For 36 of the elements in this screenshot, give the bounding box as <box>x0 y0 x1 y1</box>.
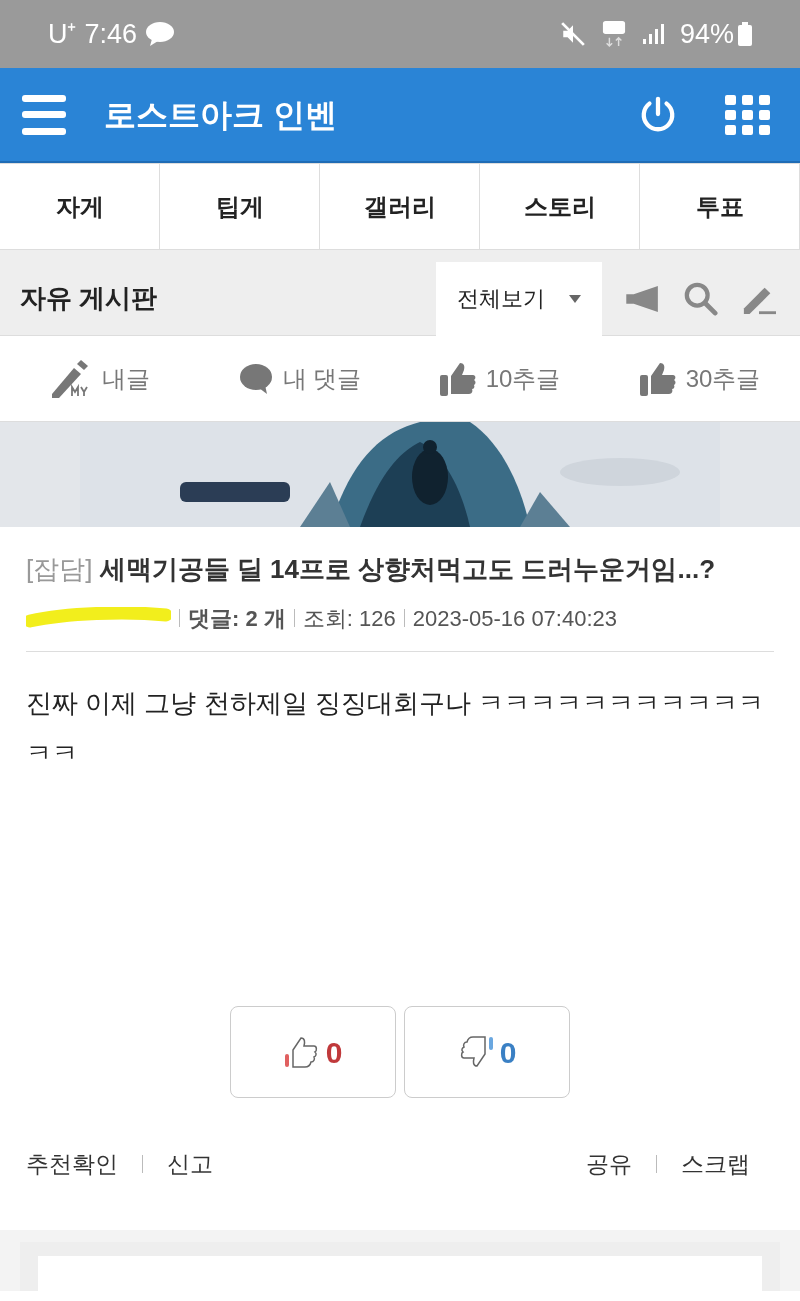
text-link[interactable]: 공유 <box>586 1146 632 1182</box>
view-count: 조회: 126 <box>302 604 396 633</box>
status-time: 7:46 <box>84 17 138 51</box>
post-date: 2023-05-16 07:40:23 <box>412 604 618 633</box>
app-title: 로스트아크 인벤 <box>104 95 337 135</box>
text-link[interactable]: 스크랩 <box>681 1146 750 1182</box>
megaphone-icon[interactable] <box>626 285 660 312</box>
search-icon[interactable] <box>684 281 718 316</box>
quick-link[interactable]: 10추글 <box>400 359 600 398</box>
text-link[interactable]: 신고 <box>167 1146 213 1182</box>
comment-count: 댓글: 2 개 <box>188 604 286 633</box>
thumbs-up-icon <box>639 361 676 396</box>
speech-bubble-icon <box>238 362 273 395</box>
quick-link[interactable]: 30추글 <box>600 359 800 398</box>
network-5g-icon <box>601 20 626 48</box>
upvote-button[interactable]: 0 <box>230 1006 396 1098</box>
post-body: 진짜 이제 그냥 천하제일 징징대회구나 ㅋㅋㅋㅋㅋㅋㅋㅋㅋㅋㅋㅋㅋ <box>25 687 766 770</box>
grid-menu-icon[interactable] <box>725 94 770 135</box>
carrier-label: U⁺ <box>48 17 77 51</box>
filter-dropdown[interactable]: 전체보기 <box>436 261 602 336</box>
battery-icon <box>738 22 752 46</box>
thumbs-up-icon <box>439 361 476 396</box>
signal-icon <box>641 23 664 45</box>
quick-link[interactable]: 내글 <box>0 358 200 399</box>
text-link[interactable]: 추천확인 <box>26 1146 118 1182</box>
caret-icon <box>569 294 581 303</box>
post-title: [잡담] 세맥기공들 딜 14프로 상향처먹고도 드러누운거임...? <box>25 553 717 586</box>
quick-link[interactable]: 내 댓글 <box>200 359 400 398</box>
menu-icon[interactable] <box>22 94 66 135</box>
power-icon[interactable] <box>639 95 677 134</box>
thumbs-up-icon <box>283 1036 320 1068</box>
downvote-button[interactable]: 0 <box>404 1006 570 1098</box>
mute-icon <box>559 21 586 47</box>
chat-bubble-icon <box>145 21 176 47</box>
board-title: 자유 게시판 <box>20 282 158 315</box>
battery-percent: 94% <box>679 17 734 51</box>
